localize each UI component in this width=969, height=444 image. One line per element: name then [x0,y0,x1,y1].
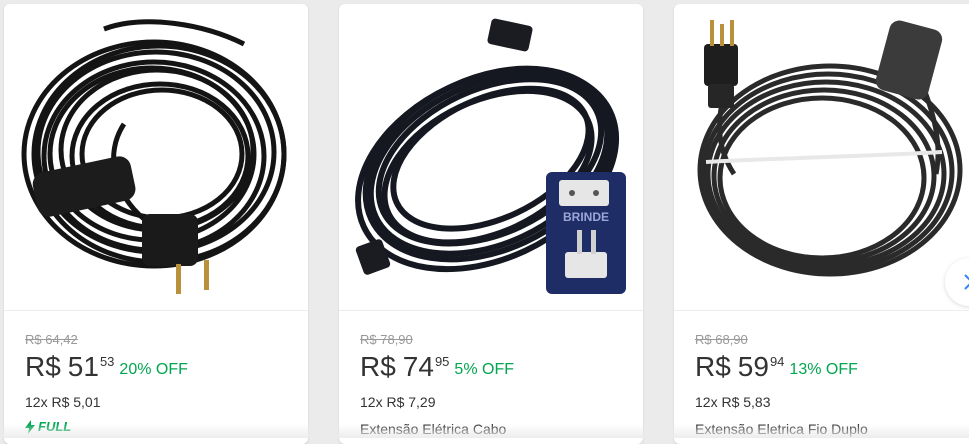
product-image[interactable] [674,4,969,311]
full-shipping-badge: FULL [25,419,300,434]
chevron-right-icon [964,274,969,290]
price-currency: R$ [695,351,731,382]
extension-cord-image [21,19,287,294]
full-badge-label: FULL [38,419,72,434]
installments-text: 12x R$ 7,29 [360,394,436,410]
lightning-icon [25,419,35,434]
product-card[interactable]: BRINDE R$ 78,90 R$ 74 95 5% OFF 12x R$ 7… [339,4,643,444]
product-card[interactable]: R$ 68,90 R$ 59 94 13% OFF 12x R$ 5,83 Ex… [674,4,969,444]
price-integer: 74 [402,351,434,382]
price-cents: 95 [434,354,450,369]
price-integer: 51 [67,351,99,382]
discount-label: 20% OFF [119,361,188,378]
original-price: R$ 78,90 [360,332,413,347]
price-cents: 53 [99,354,115,369]
discount-label: 5% OFF [454,361,514,378]
product-title[interactable]: Extensão Eletrica Fio Duplo [695,420,969,438]
product-image[interactable] [4,4,308,311]
installments-text: 12x R$ 5,01 [25,394,101,410]
product-card[interactable]: R$ 64,42 R$ 51 53 20% OFF 12x R$ 5,01 FU… [4,4,308,444]
extension-cord-image [697,20,963,277]
original-price: R$ 64,42 [25,332,78,347]
installments-text: 12x R$ 5,83 [695,394,771,410]
current-price: R$ 51 53 20% OFF [25,351,300,383]
price-currency: R$ [360,351,396,382]
current-price: R$ 59 94 13% OFF [695,351,969,383]
extension-cord-image: BRINDE [355,18,626,294]
price-currency: R$ [25,351,61,382]
price-integer: 59 [737,351,769,382]
carousel-next-button[interactable] [945,258,969,306]
price-cents: 94 [769,354,785,369]
product-title[interactable]: Extensão Elétrica Cabo [360,420,635,438]
discount-label: 13% OFF [789,361,858,378]
product-image[interactable]: BRINDE [339,4,643,311]
original-price: R$ 68,90 [695,332,748,347]
brinde-image-label: BRINDE [563,210,609,224]
current-price: R$ 74 95 5% OFF [360,351,635,383]
